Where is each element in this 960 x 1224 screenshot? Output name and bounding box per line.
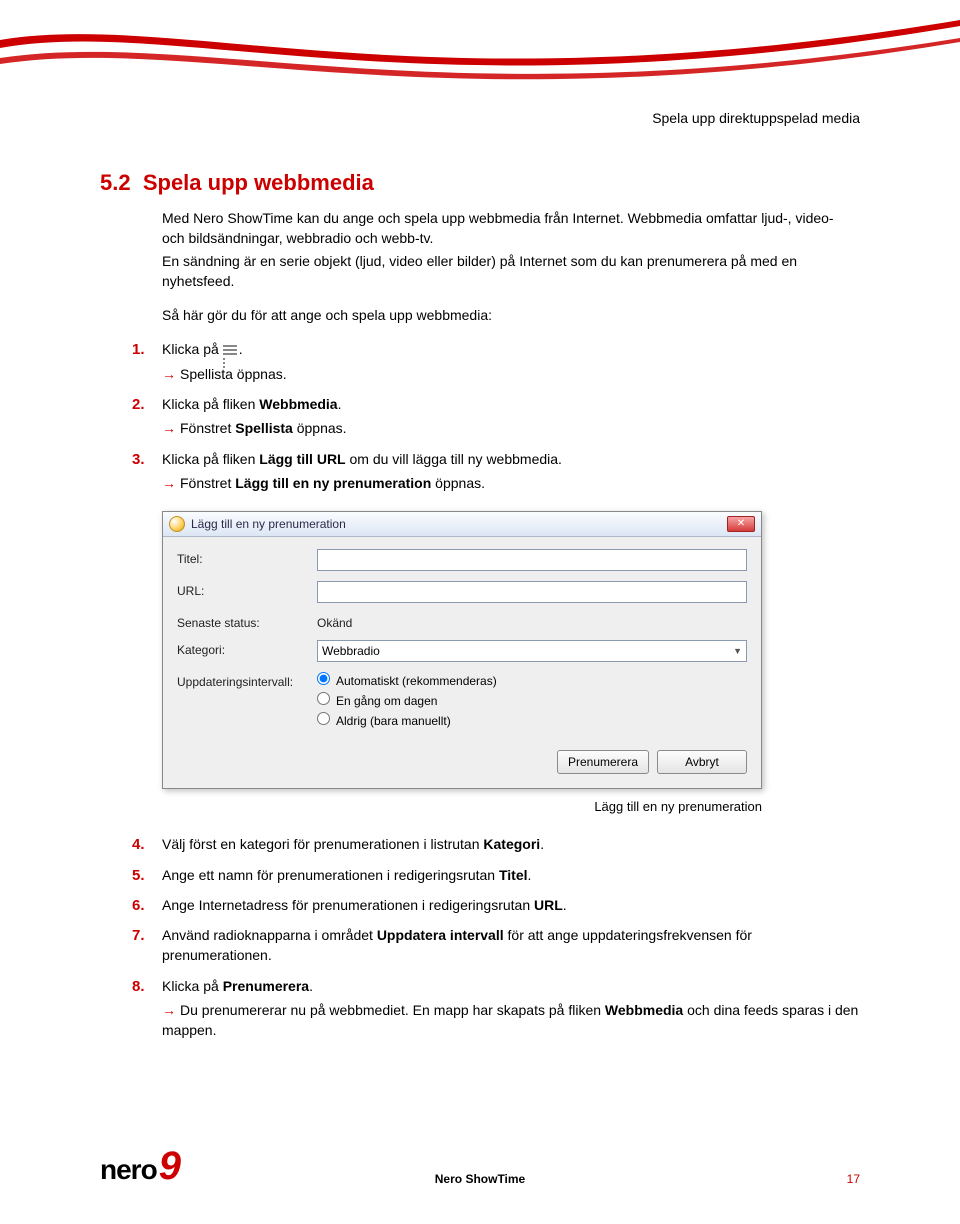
radio-label: En gång om dagen: [336, 694, 437, 708]
titel-input[interactable]: [317, 549, 747, 571]
radio-daily[interactable]: En gång om dagen: [317, 692, 747, 708]
label-titel: Titel:: [177, 549, 317, 566]
avbryt-button[interactable]: Avbryt: [657, 750, 747, 774]
page-footer: nero9 Nero ShowTime 17: [0, 1150, 960, 1186]
step-text: Använd radioknapparna i området: [162, 927, 377, 943]
step-result-bold: Lägg till en ny prenumeration: [235, 475, 431, 491]
step-text: Välj först en kategori för prenumeration…: [162, 836, 483, 852]
step-1: 1. Klicka på . →Spellista öppnas.: [100, 339, 860, 384]
add-subscription-dialog: Lägg till en ny prenumeration ✕ Titel: U…: [162, 511, 762, 789]
page-number: 17: [847, 1172, 860, 1186]
step-bold: Lägg till URL: [259, 451, 345, 467]
step-result: Spellista öppnas.: [180, 366, 287, 382]
step-bold: Uppdatera intervall: [377, 927, 504, 943]
status-value: Okänd: [317, 613, 747, 630]
radio-never[interactable]: Aldrig (bara manuellt): [317, 712, 747, 728]
step-text-tail: .: [563, 897, 567, 913]
running-header: Spela upp direktuppspelad media: [652, 110, 860, 126]
section-title: Spela upp webbmedia: [143, 170, 374, 195]
step-number: 6.: [132, 895, 145, 917]
arrow-icon: →: [162, 366, 176, 382]
radio-auto[interactable]: Automatiskt (rekommenderas): [317, 672, 747, 688]
step-bold: Prenumerera: [223, 978, 309, 994]
dialog-icon: [169, 516, 185, 532]
step-text-tail: .: [528, 867, 532, 883]
label-url: URL:: [177, 581, 317, 598]
radio-label: Aldrig (bara manuellt): [336, 714, 451, 728]
intervall-radio-group: Automatiskt (rekommenderas) En gång om d…: [317, 672, 747, 732]
prenumerera-button[interactable]: Prenumerera: [557, 750, 649, 774]
step-number: 2.: [132, 394, 145, 416]
arrow-icon: →: [162, 475, 176, 491]
step-text: Klicka på fliken: [162, 451, 259, 467]
step-number: 3.: [132, 449, 145, 471]
nero-logo: nero9: [100, 1150, 180, 1186]
step-text: Ange Internetadress för prenumerationen …: [162, 897, 534, 913]
playlist-icon: [223, 345, 239, 357]
step-result: Du prenumererar nu på webbmediet. En map…: [180, 1002, 605, 1018]
step-text-tail: .: [309, 978, 313, 994]
radio-label: Automatiskt (rekommenderas): [336, 674, 497, 688]
step-text-tail: .: [239, 341, 243, 357]
figure-caption: Lägg till en ny prenumeration: [162, 799, 762, 814]
step-number: 7.: [132, 925, 145, 947]
step-number: 4.: [132, 834, 145, 856]
step-text-tail: .: [338, 396, 342, 412]
step-2: 2. Klicka på fliken Webbmedia. →Fönstret…: [100, 394, 860, 439]
step-6: 6. Ange Internetadress för prenumeration…: [100, 895, 860, 915]
step-result: Fönstret: [180, 420, 235, 436]
step-4: 4. Välj först en kategori för prenumerat…: [100, 834, 860, 854]
label-intervall: Uppdateringsintervall:: [177, 672, 317, 689]
step-text: Ange ett namn för prenumerationen i redi…: [162, 867, 499, 883]
step-8: 8. Klicka på Prenumerera. →Du prenumerer…: [100, 976, 860, 1041]
step-result: Fönstret: [180, 475, 235, 491]
footer-product: Nero ShowTime: [435, 1172, 525, 1186]
step-result-bold: Spellista: [235, 420, 293, 436]
step-result-tail: öppnas.: [431, 475, 485, 491]
arrow-icon: →: [162, 1002, 176, 1018]
section-number: 5.2: [100, 170, 131, 195]
step-5: 5. Ange ett namn för prenumerationen i r…: [100, 865, 860, 885]
chevron-down-icon: ▼: [733, 646, 742, 656]
dialog-titlebar: Lägg till en ny prenumeration ✕: [163, 512, 761, 537]
step-text: Klicka på fliken: [162, 396, 259, 412]
step-bold: Titel: [499, 867, 528, 883]
step-text-tail: om du vill lägga till ny webbmedia.: [346, 451, 562, 467]
step-text: Klicka på: [162, 341, 223, 357]
arrow-icon: →: [162, 420, 176, 436]
step-result-bold: Webbmedia: [605, 1002, 683, 1018]
step-number: 8.: [132, 976, 145, 998]
step-bold: Kategori: [483, 836, 540, 852]
intro-paragraph-1: Med Nero ShowTime kan du ange och spela …: [162, 208, 860, 249]
lead-paragraph: Så här gör du för att ange och spela upp…: [162, 305, 860, 325]
step-number: 5.: [132, 865, 145, 887]
step-text-tail: .: [540, 836, 544, 852]
step-number: 1.: [132, 339, 145, 361]
url-input[interactable]: [317, 581, 747, 603]
step-bold: URL: [534, 897, 563, 913]
kategori-select[interactable]: Webbradio ▼: [317, 640, 747, 662]
intro-paragraph-2: En sändning är en serie objekt (ljud, vi…: [162, 251, 860, 292]
logo-text: nero: [100, 1154, 157, 1186]
label-status: Senaste status:: [177, 613, 317, 630]
close-button[interactable]: ✕: [727, 516, 755, 532]
step-result-tail: öppnas.: [293, 420, 347, 436]
step-bold: Webbmedia: [259, 396, 337, 412]
step-text: Klicka på: [162, 978, 223, 994]
logo-nine: 9: [159, 1150, 180, 1182]
step-3: 3. Klicka på fliken Lägg till URL om du …: [100, 449, 860, 494]
step-7: 7. Använd radioknapparna i området Uppda…: [100, 925, 860, 966]
kategori-selected: Webbradio: [322, 644, 380, 658]
label-kategori: Kategori:: [177, 640, 317, 657]
dialog-title: Lägg till en ny prenumeration: [191, 517, 346, 531]
section-heading: 5.2 Spela upp webbmedia: [100, 170, 860, 196]
